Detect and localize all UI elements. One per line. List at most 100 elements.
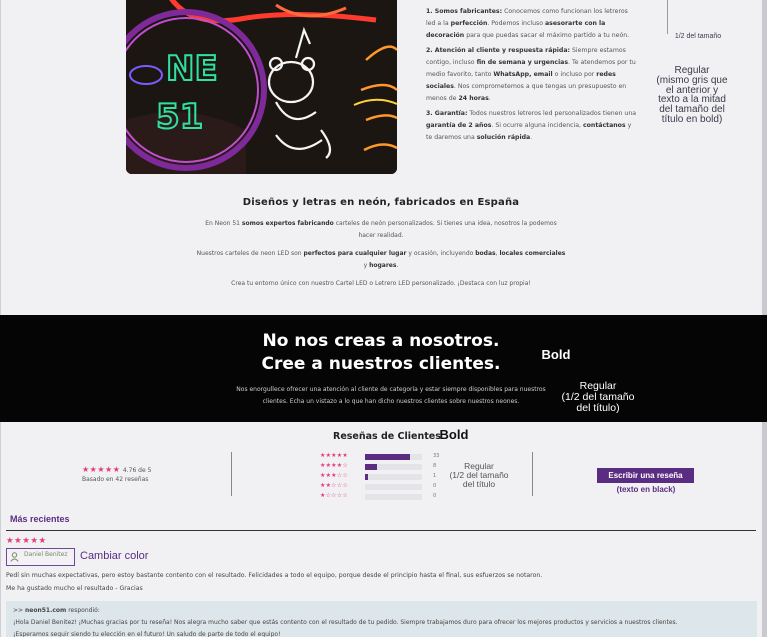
annotation-regular-gray: Regular (mismo gris que el anterior y te…: [656, 65, 728, 125]
intro-paragraph-2: Nuestros carteles de neon LED son perfec…: [196, 248, 566, 272]
feature-bold: contáctanos: [583, 122, 626, 130]
rating-value: 4.76 de 5: [122, 467, 152, 474]
histogram-row: ★☆☆☆☆ 0: [320, 492, 450, 502]
feature-garantia: 3. Garantía: Todos nuestros letreros led…: [426, 108, 638, 143]
intro-text: ,: [495, 250, 498, 257]
tab-underline: [6, 530, 756, 531]
feature-bold: fin de semana y urgencias: [476, 59, 569, 67]
reply-header: >> neon51.com respondió:: [13, 605, 750, 617]
svg-text:51: 51: [156, 97, 203, 137]
histogram-count: 8: [433, 463, 437, 469]
intro-paragraph-3: Crea tu entorno único con nuestro Cartel…: [231, 280, 531, 287]
feature-text: para que puedas sacar el máximo partido …: [466, 31, 630, 39]
annotation-bold-2: Bold: [439, 427, 469, 442]
histogram-stars: ★★★★☆: [320, 462, 348, 469]
author-name: Daniel Benitez: [24, 551, 68, 558]
intro-title: Diseños y letras en neón, fabricados en …: [242, 197, 520, 208]
histogram-row: ★★★★★ 33: [320, 452, 450, 462]
annotation-bold: Bold: [541, 347, 571, 362]
histogram-track: [365, 494, 422, 500]
annotation-change-color: Cambiar color: [80, 550, 149, 562]
feature-text: o incluso por: [554, 70, 595, 78]
features-list: 1. Somos fabricantes: Conocemos como fun…: [426, 6, 638, 148]
feature-text: .: [488, 94, 491, 102]
user-icon: [10, 552, 19, 562]
histogram-divider: [532, 452, 533, 496]
intro-text: Nuestros carteles de neon LED son: [196, 250, 302, 257]
reply-text: ¡Hola Daniel Benitez! ¡Muchas gracias po…: [13, 619, 678, 626]
intro-bold: perfectos para cualquier lugar: [303, 250, 407, 257]
feature-text: . Podemos incluso: [487, 19, 544, 27]
feature-bold: garantía de 2 años: [426, 122, 492, 130]
review-author: Daniel Benitez: [6, 548, 75, 566]
feature-bold: solución rápida: [476, 133, 531, 141]
histogram-fill: [365, 454, 411, 460]
feature-text: . Si ocurre alguna incidencia,: [491, 122, 582, 130]
feature-title: 2. Atención al cliente y respuesta rápid…: [426, 47, 571, 55]
neon-letters: NE: [166, 49, 218, 89]
reviews-title: Reseñas de Clientes: [333, 431, 441, 442]
feature-bold: WhatsApp, email: [493, 70, 553, 78]
page: NE 51 1. Somos fabricantes: Conocemos co…: [0, 0, 767, 637]
band-title: No nos creas a nosotros. Cree a nuestros…: [261, 331, 501, 374]
reply-site: neon51.com: [24, 607, 67, 614]
intro-bold: hogares: [369, 262, 397, 269]
feature-title: 1. Somos fabricantes:: [426, 8, 503, 15]
rating-summary: ★★★★★ 4.76 de 5: [82, 465, 162, 474]
histogram-count: 1: [433, 473, 437, 479]
histogram-track: [365, 464, 422, 470]
histogram-stars: ★★★☆☆: [320, 472, 348, 479]
feature-text: .: [530, 133, 533, 141]
histogram-count: 33: [433, 453, 440, 459]
feature-text: . Nos comprometemos a que tengas un pres…: [426, 82, 627, 102]
feature-title: 3. Garantía:: [426, 110, 468, 118]
feature-bold: 24 horas: [458, 94, 489, 102]
annotation-regular-half-2: Regular (1/2 del tamaño del título: [449, 461, 509, 489]
annotation-regular-half: Regular (1/2 del tamaño del título): [561, 380, 635, 414]
intro-paragraph-1: En Neon 51 somos expertos fabricando car…: [196, 218, 566, 242]
histogram-track: [365, 484, 422, 490]
store-reply: >> neon51.com respondió: ¡Hola Daniel Be…: [6, 601, 757, 637]
histogram-stars: ★★★★★: [320, 452, 348, 459]
review-stars: ★★★★★: [6, 536, 47, 546]
histogram-track: [365, 474, 422, 480]
feature-fabricantes: 1. Somos fabricantes: Conocemos como fun…: [426, 6, 638, 41]
intro-bold: somos expertos fabricando: [241, 220, 334, 227]
review-body-2: Me ha gustado mucho el resultado - Graci…: [6, 585, 143, 592]
neon-sign-illustration: NE 51: [126, 0, 397, 174]
intro-text: .: [396, 262, 399, 269]
feature-text: Todos nuestros letreros led personalizad…: [469, 110, 637, 118]
intro-text: y ocasión, incluyendo: [408, 250, 474, 257]
histogram-row: ★★★☆☆ 1: [320, 472, 450, 482]
histogram-row: ★★☆☆☆ 0: [320, 482, 450, 492]
histogram-count: 0: [433, 493, 437, 499]
histogram-row: ★★★★☆ 8: [320, 462, 450, 472]
feature-atencion: 2. Atención al cliente y respuesta rápid…: [426, 45, 638, 104]
intro-text: carteles de neón personalizados. Si tien…: [335, 220, 557, 239]
band-text: Nos enorgullece ofrecer una atención al …: [236, 386, 546, 405]
histogram-count: 0: [433, 483, 437, 489]
reply-label: respondió:: [68, 607, 100, 614]
summary-divider: [231, 452, 232, 496]
review-count: Basado en 42 reseñas: [82, 476, 149, 483]
histogram-fill: [365, 464, 377, 470]
intro-bold: bodas: [475, 250, 496, 257]
histogram-track: [365, 454, 422, 460]
intro-text: y: [363, 262, 368, 269]
histogram-stars: ★★☆☆☆: [320, 482, 348, 489]
reply-prefix: >>: [13, 607, 24, 614]
feature-bold: perfección: [450, 19, 488, 27]
summary-stars: ★★★★★: [82, 465, 121, 474]
histogram-fill: [365, 474, 368, 480]
annotation-line: [667, 0, 668, 34]
reply-text-2: ¡Esperamos seguir siendo tu elección en …: [13, 631, 281, 637]
annotation-half-size: 1/2 del tamaño: [674, 33, 722, 40]
histogram-stars: ★☆☆☆☆: [320, 492, 348, 499]
neon-sign-image: NE 51: [126, 0, 397, 174]
intro-text: En Neon 51: [205, 220, 240, 227]
tab-recent[interactable]: Más recientes: [10, 514, 70, 524]
intro-bold: locales comerciales: [499, 250, 566, 257]
review-body: Pedí sin muchas expectativas, pero estoy…: [6, 572, 543, 579]
write-review-button[interactable]: Escribir una reseña: [597, 468, 694, 483]
annotation-button-note: (texto en black): [616, 485, 676, 494]
